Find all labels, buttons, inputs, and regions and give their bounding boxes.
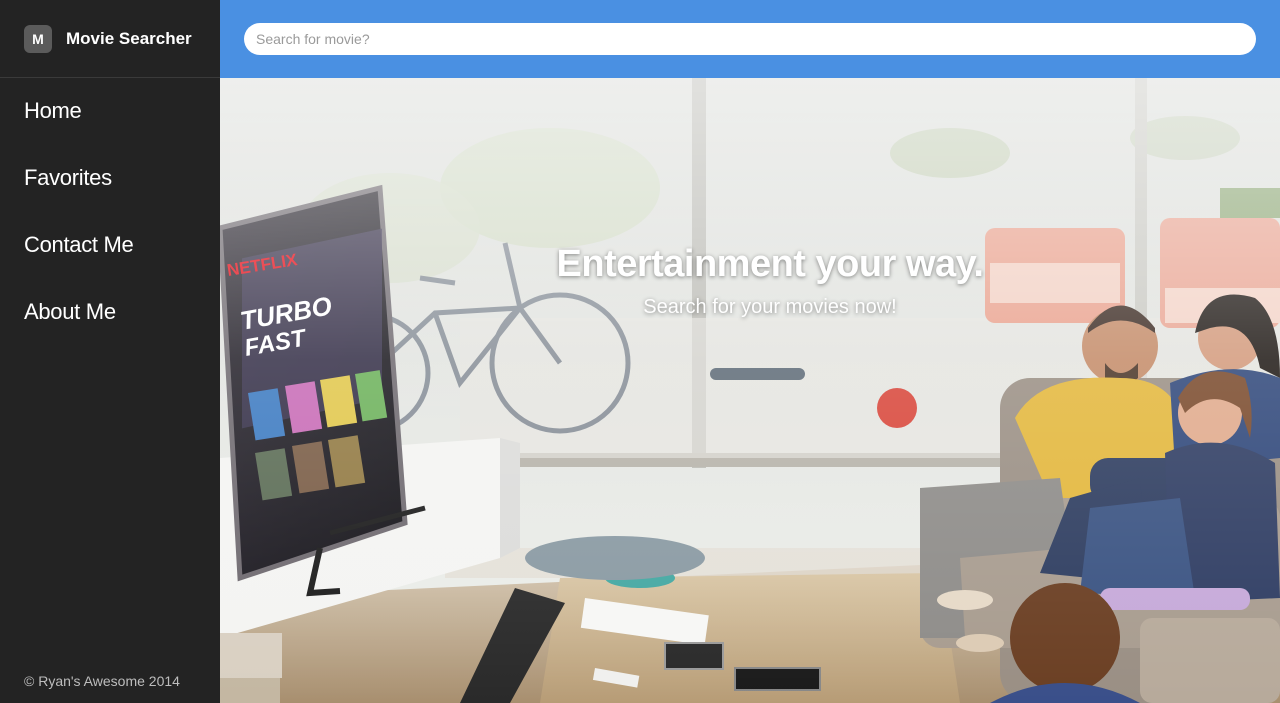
search-input[interactable]	[244, 23, 1256, 55]
footer-copyright: © Ryan's Awesome 2014	[24, 673, 180, 689]
sidebar-item-about-me[interactable]: About Me	[0, 293, 220, 360]
sidebar-item-contact-me[interactable]: Contact Me	[0, 226, 220, 293]
top-bar	[220, 0, 1280, 78]
hero-banner: NETFLIX TURBO FAST	[220, 78, 1280, 703]
hero-text: Entertainment your way. Search for your …	[220, 243, 1280, 319]
sidebar-item-home[interactable]: Home	[0, 92, 220, 159]
brand[interactable]: M Movie Searcher	[0, 0, 220, 78]
brand-name: Movie Searcher	[66, 28, 192, 48]
hero-subtitle: Search for your movies now!	[643, 296, 897, 318]
app-window: M Movie Searcher Home Favorites Contact …	[0, 0, 1280, 703]
hero-background-image: NETFLIX TURBO FAST	[220, 78, 1280, 703]
sidebar-nav: Home Favorites Contact Me About Me	[0, 92, 220, 360]
sidebar-item-favorites[interactable]: Favorites	[0, 159, 220, 226]
sidebar: M Movie Searcher Home Favorites Contact …	[0, 0, 220, 703]
hero-title: Entertainment your way.	[556, 243, 984, 285]
brand-logo-icon: M	[24, 24, 52, 53]
